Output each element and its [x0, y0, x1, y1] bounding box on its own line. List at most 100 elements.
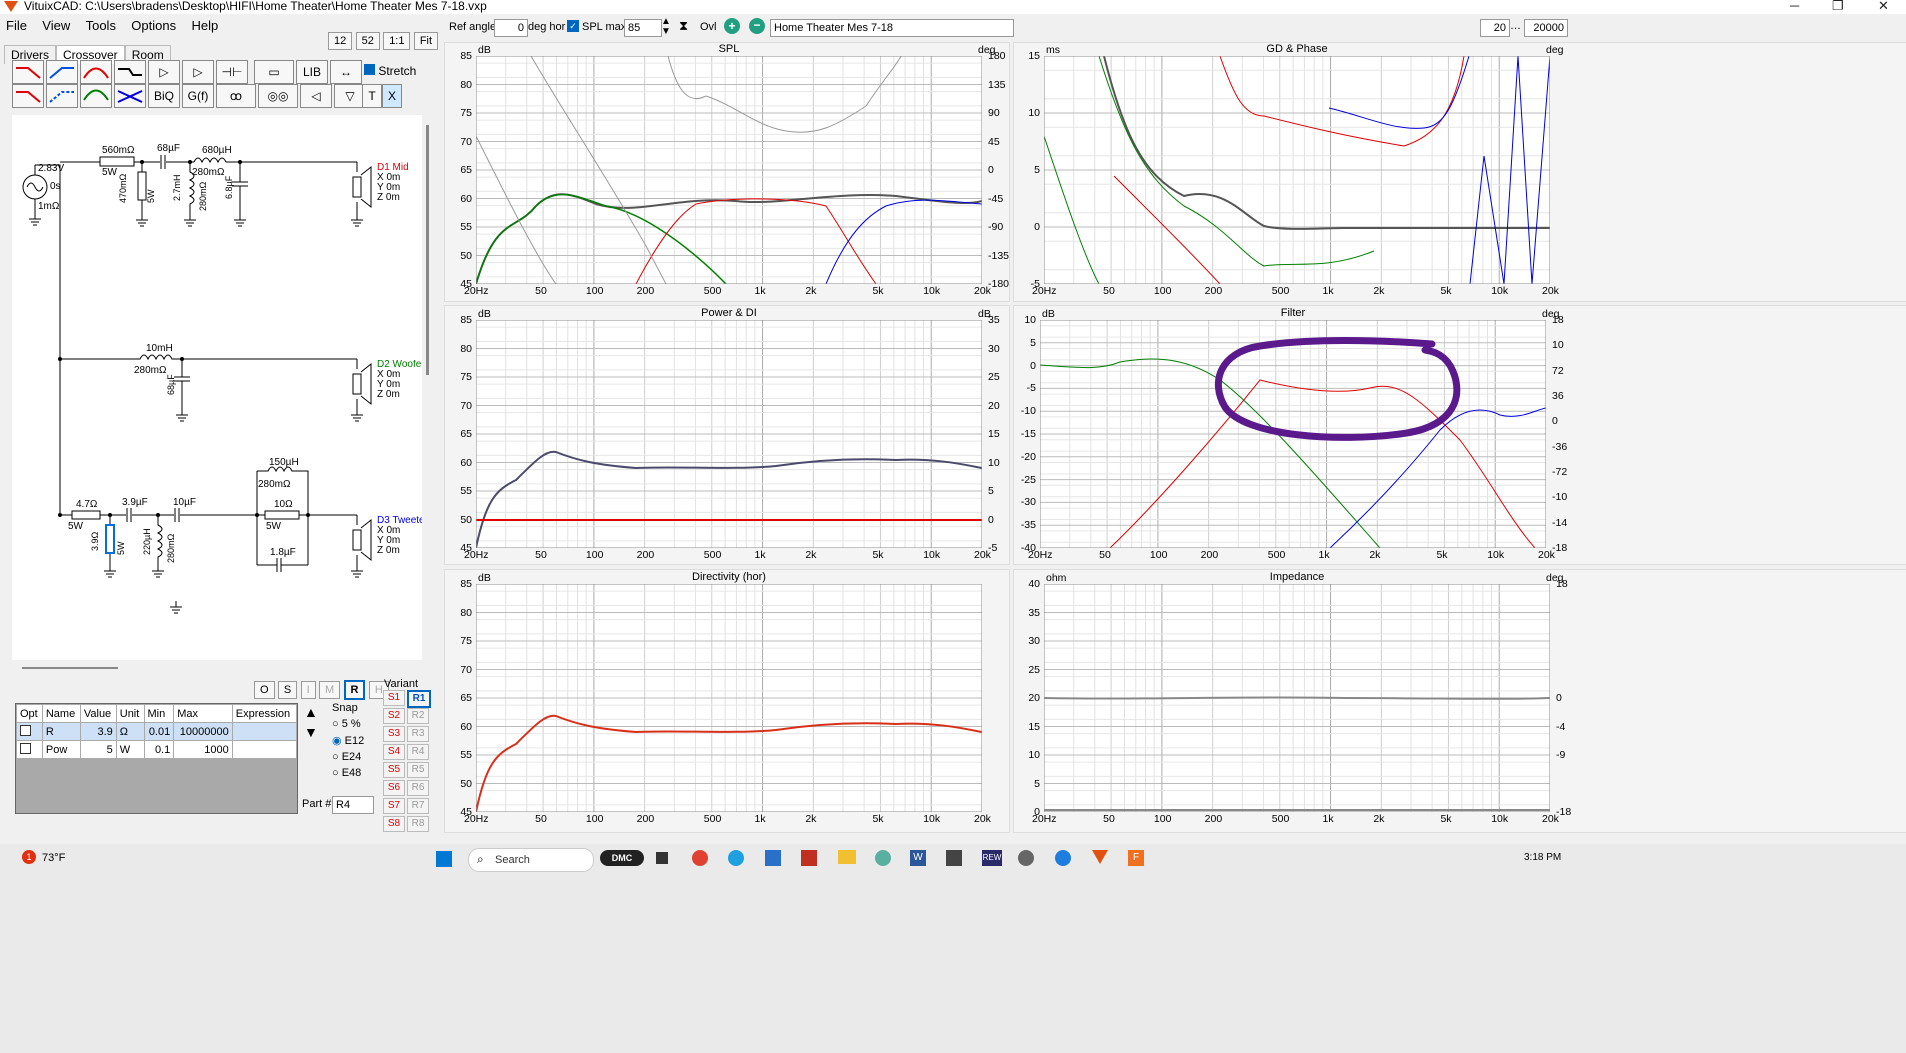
add-overlay-icon[interactable]: +: [724, 18, 740, 34]
gf-button[interactable]: G(f): [182, 84, 214, 108]
menu-view[interactable]: View: [42, 18, 70, 33]
menu-options[interactable]: Options: [131, 18, 176, 33]
spl-max-stepper-icon[interactable]: ▲ ▼: [661, 17, 671, 37]
spl-chart[interactable]: SPL dB deg 85 80 75 70 65 60 55 50 45 180 135 90 45 0 -45…: [460, 43, 1009, 297]
dir-chart[interactable]: Directivity (hor) dB 85 80 75 70 65 60 55 50 45 20H…: [460, 571, 991, 825]
power-chart[interactable]: Power & DI dB dB 85 80 75 70 65 60 55 50 45 35 30 25 20…: [460, 307, 999, 561]
freq-min-input[interactable]: 20: [1480, 19, 1510, 37]
highpass-tool-icon[interactable]: [46, 60, 78, 84]
param-expression[interactable]: [231, 722, 298, 741]
search-box[interactable]: ⌕ Search: [468, 848, 594, 872]
capacitor-tool-icon[interactable]: ⊣⊢: [216, 60, 248, 84]
variant-r7-button[interactable]: R7: [407, 798, 429, 814]
variant-r8-button[interactable]: R8: [407, 816, 429, 832]
snap-option-e48[interactable]: ○ E48: [332, 767, 364, 779]
imp-chart[interactable]: Impedance ohm deg 40 35 30 25 20 15 10 5 0 18 0 -4 -9 -1…: [1028, 571, 1571, 825]
zoom-fit-button[interactable]: Fit: [413, 32, 439, 50]
gd-chart[interactable]: GD & Phase ms deg 15 10 5 0 -5 20Hz 50 100 200 500 1k…: [1028, 43, 1563, 297]
chrome-icon[interactable]: [692, 850, 708, 866]
snap-option-5pct[interactable]: ○ 5 %: [332, 718, 364, 730]
biquad-button[interactable]: BiQ: [148, 84, 180, 108]
variant-r4-button[interactable]: R4: [407, 744, 429, 760]
transformer-tool-icon[interactable]: ◎◎: [258, 84, 298, 108]
app-red-icon[interactable]: [801, 850, 817, 866]
freq-max-input[interactable]: 20000: [1524, 19, 1568, 37]
part-number-input[interactable]: R4: [332, 796, 374, 814]
mode-m-button[interactable]: M: [319, 681, 341, 699]
driver-d2[interactable]: D2 Woofer X 0m Y 0m Z 0m: [377, 360, 422, 400]
variant-r1-button[interactable]: R1: [407, 690, 431, 708]
param-value[interactable]: 3.9: [79, 722, 117, 741]
menu-file[interactable]: File: [6, 18, 27, 33]
inductor-tool-icon[interactable]: ꝏ: [216, 84, 256, 108]
variant-r3-button[interactable]: R3: [407, 726, 429, 742]
snap-option-e12[interactable]: ◉ E12: [332, 734, 364, 747]
variant-s1-button[interactable]: S1: [383, 690, 405, 706]
zoom-12-button[interactable]: 12: [328, 32, 353, 50]
resistor-tool-icon[interactable]: ▭: [254, 60, 294, 84]
param-max[interactable]: 1000: [173, 740, 233, 759]
ref-angle-input[interactable]: 0: [494, 19, 528, 37]
param-min[interactable]: 0.01: [143, 722, 175, 741]
variant-r2-button[interactable]: R2: [407, 708, 429, 724]
close-icon[interactable]: ✕: [1878, 0, 1889, 14]
stretch-checkbox[interactable]: Stretch: [364, 64, 416, 78]
settings-icon[interactable]: [1018, 850, 1034, 866]
variant-s8-button[interactable]: S8: [383, 816, 405, 832]
task-view-icon[interactable]: [656, 852, 668, 864]
minimize-icon[interactable]: ─: [1790, 0, 1799, 13]
lib-button[interactable]: LIB: [296, 60, 328, 84]
lowpass-tool-icon[interactable]: [12, 60, 44, 84]
start-icon[interactable]: [436, 851, 452, 867]
param-max[interactable]: 10000000: [173, 722, 233, 741]
opt-checkbox[interactable]: [16, 740, 43, 759]
mode-i-button[interactable]: I: [300, 681, 316, 699]
variant-s7-button[interactable]: S7: [383, 798, 405, 814]
schematic-vscrollbar[interactable]: [426, 125, 429, 375]
menu-tools[interactable]: Tools: [86, 18, 116, 33]
browser-blue-icon[interactable]: [1055, 850, 1071, 866]
driver-d3[interactable]: D3 Tweeter X 0m Y 0m Z 0m: [377, 516, 422, 556]
file-explorer-icon[interactable]: [838, 850, 856, 864]
spl-max-checkbox[interactable]: ✓: [567, 20, 579, 32]
menu-help[interactable]: Help: [191, 18, 218, 33]
vituixcad-taskbar-icon[interactable]: [1092, 850, 1108, 864]
text-button[interactable]: T: [362, 84, 382, 108]
snap-option-e24[interactable]: ○ E24: [332, 751, 364, 763]
word-icon[interactable]: W: [910, 850, 926, 866]
notch-tool-icon[interactable]: [80, 84, 112, 108]
variant-s6-button[interactable]: S6: [383, 780, 405, 796]
move-up-icon[interactable]: ▲: [304, 704, 318, 720]
store-icon[interactable]: [765, 850, 781, 866]
table-row[interactable]: R 3.9 Ω 0.01 10000000: [16, 722, 298, 741]
edge-icon[interactable]: [728, 850, 744, 866]
schematic-canvas[interactable]: 2.83V 0s 1mΩ 560mΩ 5W 68µF 680µH 280mΩ 4…: [12, 115, 422, 660]
param-expression[interactable]: [231, 740, 298, 759]
variant-s2-button[interactable]: S2: [383, 708, 405, 724]
variant-s5-button[interactable]: S5: [383, 762, 405, 778]
mode-r-button[interactable]: R: [343, 680, 366, 700]
mode-o-button[interactable]: O: [254, 681, 275, 699]
rew-icon[interactable]: REW: [982, 850, 1002, 866]
zoom-1to1-button[interactable]: 1:1: [383, 32, 411, 50]
project-name-field[interactable]: Home Theater Mes 7-18: [770, 19, 1014, 37]
speaker-tool-icon[interactable]: ◁: [300, 84, 332, 108]
param-value[interactable]: 5: [79, 740, 117, 759]
variant-s4-button[interactable]: S4: [383, 744, 405, 760]
move-down-icon[interactable]: ▼: [304, 724, 318, 740]
table-row[interactable]: Pow 5 W 0.1 1000: [16, 740, 298, 759]
allpass-tool-icon[interactable]: [114, 84, 146, 108]
maximize-icon[interactable]: ❐: [1832, 0, 1844, 14]
shelf-tool-icon[interactable]: [114, 60, 146, 84]
news-widget-icon[interactable]: DMC: [600, 850, 644, 866]
bandpass-tool-icon[interactable]: [80, 60, 112, 84]
slack-icon[interactable]: [875, 850, 891, 866]
app-dark-icon[interactable]: [946, 850, 962, 866]
highpass2-tool-icon[interactable]: [46, 84, 78, 108]
mode-s-button[interactable]: S: [277, 681, 298, 699]
schematic-hscrollbar[interactable]: [22, 667, 118, 669]
buffer-tool-icon[interactable]: ▷: [148, 60, 180, 84]
spl-max-input[interactable]: 85: [624, 19, 662, 37]
variant-r5-button[interactable]: R5: [407, 762, 429, 778]
opt-checkbox[interactable]: [16, 722, 43, 741]
